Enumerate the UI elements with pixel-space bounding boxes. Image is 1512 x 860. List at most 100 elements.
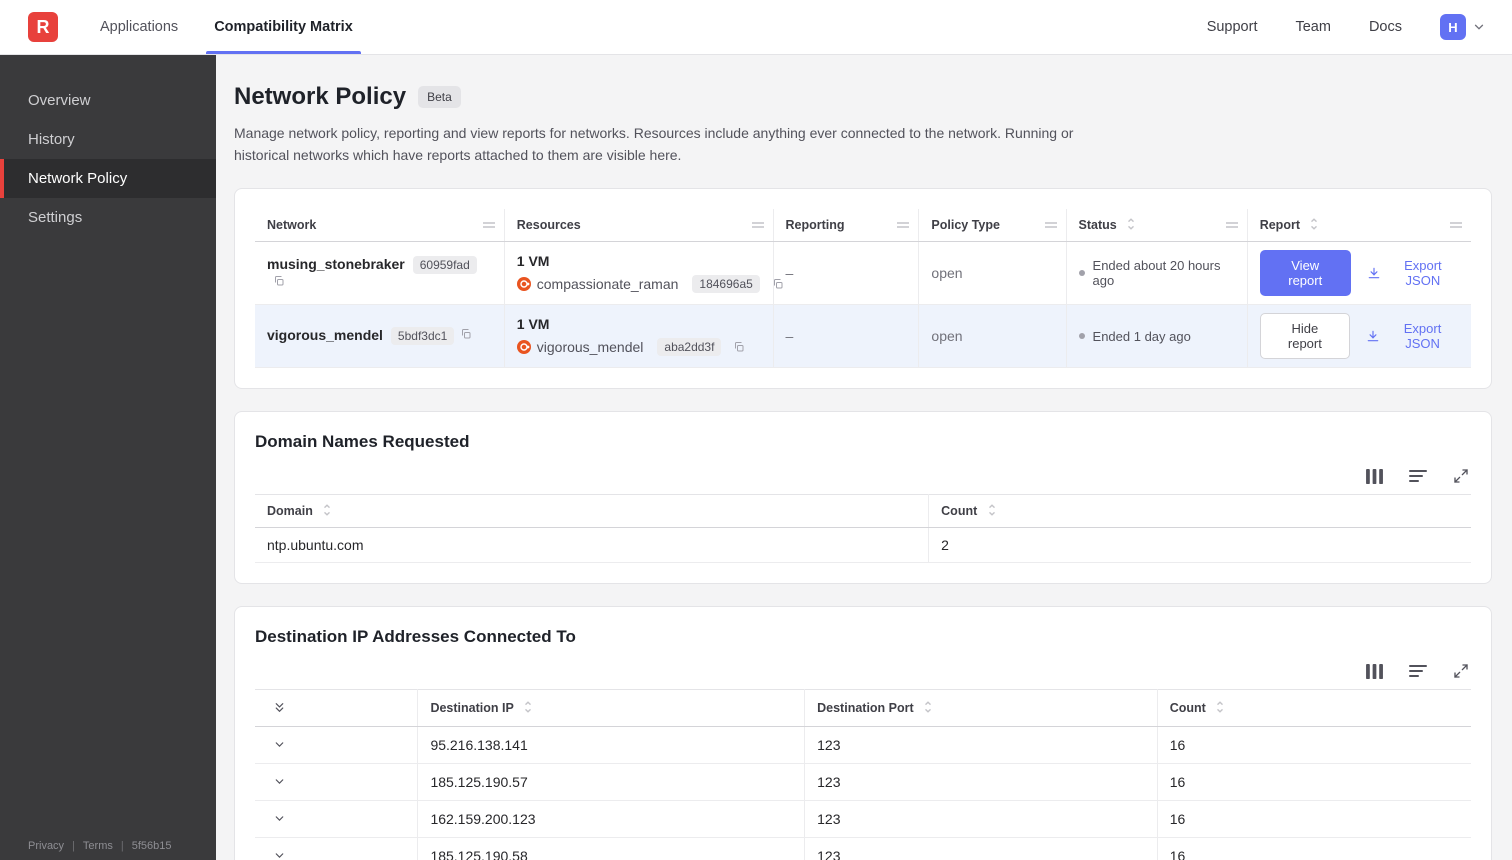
sidebar-footer: Privacy | Terms | 5f56b15 <box>28 840 172 852</box>
destination-ip-cell: 185.125.190.58 <box>417 837 806 860</box>
sidebar-item-network-policy[interactable]: Network Policy <box>0 159 216 198</box>
row-expander-chevron-icon[interactable] <box>267 810 292 827</box>
networks-card: Network Resources Reporting Policy Type … <box>234 188 1492 390</box>
nav-tab-applications[interactable]: Applications <box>82 0 196 54</box>
rows-density-icon-button[interactable] <box>1409 663 1427 679</box>
status-dot <box>1078 333 1085 340</box>
sidebar-item-settings[interactable]: Settings <box>0 198 216 237</box>
column-header-count[interactable]: Count <box>928 494 1471 529</box>
domains-header-row: Domain Count <box>255 494 1471 529</box>
column-resize-handle-icon[interactable] <box>482 221 496 229</box>
column-label: Report <box>1259 218 1300 233</box>
count-cell: 16 <box>1157 837 1471 860</box>
user-menu[interactable]: H <box>1440 14 1486 40</box>
column-header-domain[interactable]: Domain <box>255 494 930 529</box>
column-header-resources[interactable]: Resources <box>503 209 773 243</box>
sort-icon[interactable] <box>1126 218 1136 231</box>
divider: | <box>120 840 124 852</box>
resources-summary: 1 VM <box>516 316 550 333</box>
copy-icon[interactable] <box>733 341 745 353</box>
app-logo[interactable]: R <box>28 12 58 42</box>
avatar[interactable]: H <box>1440 14 1466 40</box>
column-header-network[interactable]: Network <box>255 209 505 243</box>
nav-link-docs[interactable]: Docs <box>1369 19 1402 35</box>
count-cell: 16 <box>1157 763 1471 802</box>
network-table-row[interactable]: vigorous_mendel 5bdf3dc1 1 VM vigorous_me… <box>255 304 1471 369</box>
status-dot <box>1078 270 1085 277</box>
networks-header-row: Network Resources Reporting Policy Type … <box>255 209 1471 243</box>
export-json-label: Export JSON <box>1403 321 1442 352</box>
copy-icon[interactable] <box>460 328 472 340</box>
fullscreen-icon-button[interactable] <box>1453 663 1469 679</box>
column-label: Policy Type <box>931 218 1000 233</box>
row-expander-chevron-icon[interactable] <box>267 847 292 860</box>
chevron-down-icon[interactable] <box>1472 20 1486 34</box>
export-json-button[interactable]: Export JSON <box>1367 258 1459 288</box>
fullscreen-icon-button[interactable] <box>1453 468 1469 484</box>
privacy-link[interactable]: Privacy <box>28 840 64 852</box>
column-label: Reporting <box>785 218 845 233</box>
status-text: Ended 1 day ago <box>1092 328 1191 344</box>
export-json-label: Export JSON <box>1404 258 1442 289</box>
destination-port-cell: 123 <box>804 800 1158 839</box>
sidebar-nav: Overview History Network Policy Settings <box>0 55 216 237</box>
columns-icon-button[interactable] <box>1366 468 1383 484</box>
policy-type-value: open <box>931 265 963 282</box>
column-header-policy-type[interactable]: Policy Type <box>918 209 1067 243</box>
sort-icon[interactable] <box>923 701 933 714</box>
nav-link-team[interactable]: Team <box>1295 19 1330 35</box>
column-header-status[interactable]: Status <box>1065 209 1248 243</box>
sort-icon[interactable] <box>523 701 533 714</box>
rows-density-icon-button[interactable] <box>1409 468 1427 484</box>
row-expander-chevron-icon[interactable] <box>267 736 292 753</box>
sort-icon[interactable] <box>1215 701 1225 714</box>
column-resize-handle-icon[interactable] <box>896 221 910 229</box>
sort-icon[interactable] <box>322 504 332 517</box>
column-header-count[interactable]: Count <box>1157 689 1471 728</box>
destinations-header-row: Destination IP Destination Port Count <box>255 689 1471 728</box>
copy-icon[interactable] <box>273 275 285 287</box>
resource-icon <box>516 277 531 292</box>
domain-table-row[interactable]: ntp.ubuntu.com 2 <box>255 527 1471 564</box>
destination-table-row[interactable]: 95.216.138.141 123 16 <box>255 726 1471 765</box>
sidebar-item-overview[interactable]: Overview <box>0 81 216 120</box>
column-resize-handle-icon[interactable] <box>1225 221 1239 229</box>
sort-icon[interactable] <box>1309 218 1319 231</box>
column-label: Count <box>1169 701 1206 716</box>
column-header-reporting[interactable]: Reporting <box>772 209 919 243</box>
destination-table-row[interactable]: 185.125.190.58 123 16 <box>255 837 1471 860</box>
column-header-destination-ip[interactable]: Destination IP <box>417 689 806 728</box>
network-table-row[interactable]: musing_stonebraker 60959fad 1 VM compassi… <box>255 241 1471 306</box>
destination-table-row[interactable]: 185.125.190.57 123 16 <box>255 763 1471 802</box>
column-header-report[interactable]: Report <box>1246 209 1471 243</box>
count-cell: 16 <box>1157 800 1471 839</box>
terms-link[interactable]: Terms <box>83 840 113 852</box>
destinations-table: Destination IP Destination Port Count 95… <box>255 689 1471 860</box>
nav-tab-compatibility-matrix[interactable]: Compatibility Matrix <box>196 0 371 54</box>
table-toolbar <box>255 663 1469 679</box>
divider: | <box>72 840 75 852</box>
column-resize-handle-icon[interactable] <box>751 221 765 229</box>
column-resize-handle-icon[interactable] <box>1044 221 1058 229</box>
destination-port-cell: 123 <box>804 837 1158 860</box>
hide-report-button[interactable]: Hide report <box>1259 313 1351 360</box>
column-resize-handle-icon[interactable] <box>1449 221 1463 229</box>
columns-icon-button[interactable] <box>1366 663 1383 679</box>
domain-cell: ntp.ubuntu.com <box>255 527 930 564</box>
export-json-button[interactable]: Export JSON <box>1366 321 1459 351</box>
resource-icon <box>516 340 531 355</box>
column-label: Destination Port <box>817 701 914 716</box>
network-name: vigorous_mendel <box>267 327 383 344</box>
copy-icon[interactable] <box>772 278 784 290</box>
destination-table-row[interactable]: 162.159.200.123 123 16 <box>255 800 1471 839</box>
nav-tab-label: Compatibility Matrix <box>214 19 353 35</box>
nav-link-support[interactable]: Support <box>1207 19 1258 35</box>
sort-icon[interactable] <box>987 504 997 517</box>
page-description: Manage network policy, reporting and vie… <box>234 125 1074 163</box>
expand-all-button[interactable] <box>267 699 292 716</box>
column-header-destination-port[interactable]: Destination Port <box>804 689 1158 728</box>
sidebar-item-history[interactable]: History <box>0 120 216 159</box>
view-report-button[interactable]: View report <box>1259 250 1351 297</box>
row-expander-chevron-icon[interactable] <box>267 773 292 790</box>
column-header-expand-all <box>255 689 419 728</box>
